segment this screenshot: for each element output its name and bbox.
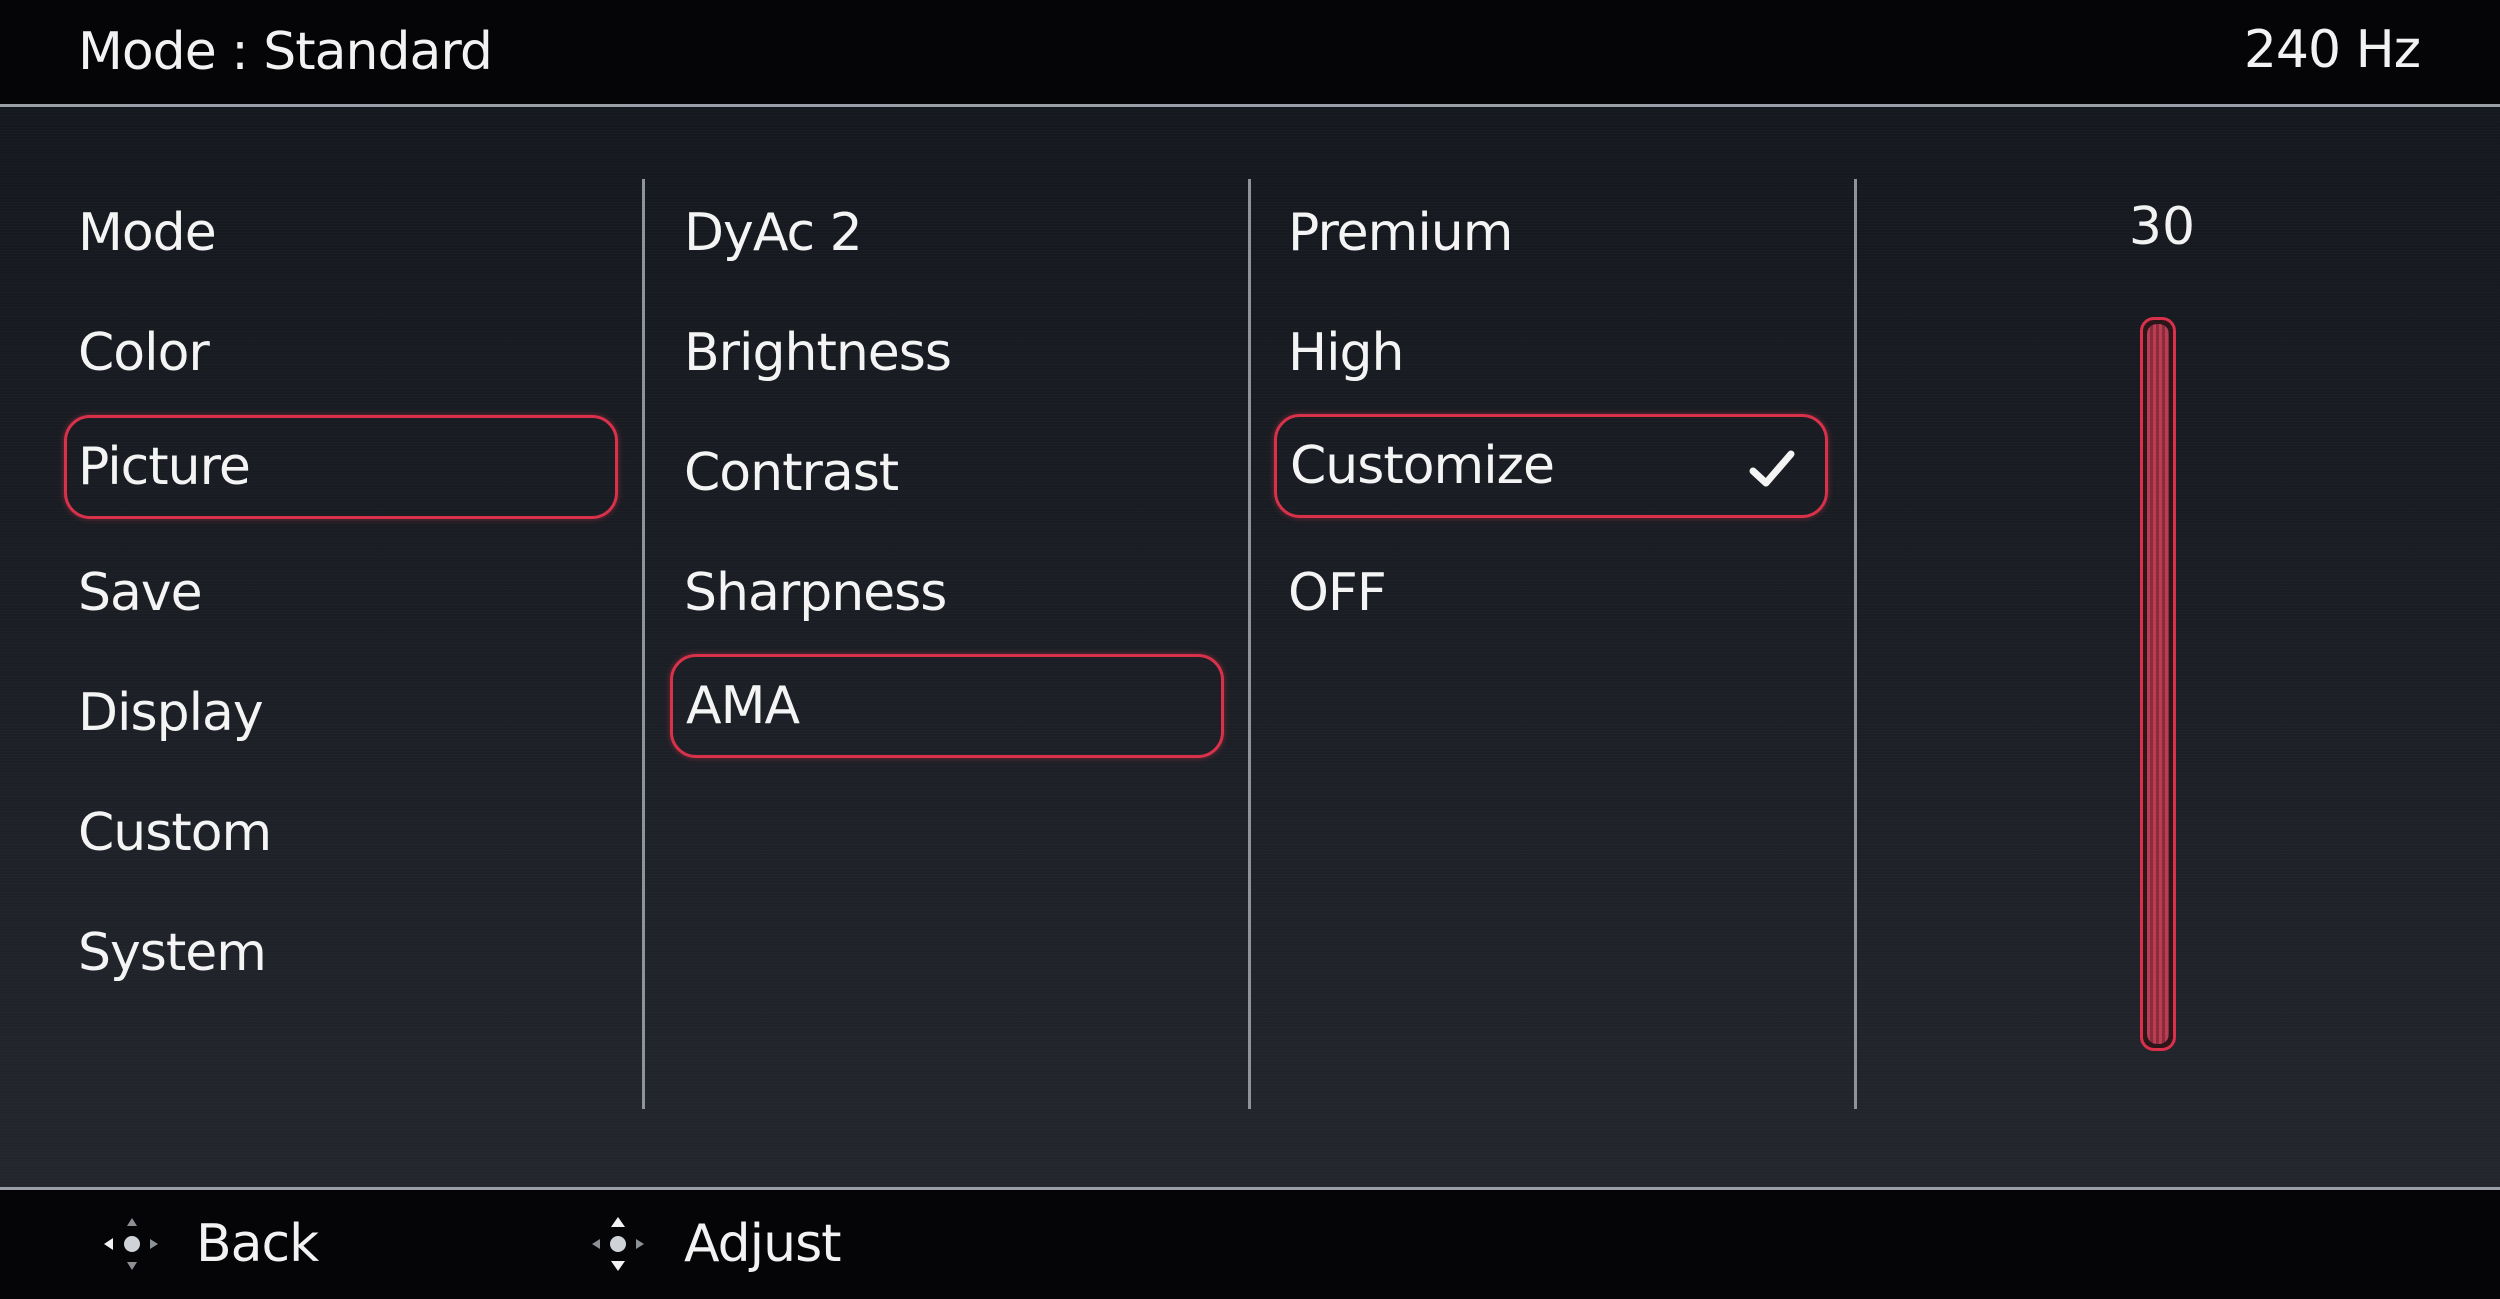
column-divider-1 [642, 179, 645, 1109]
option-high[interactable]: High [1274, 301, 1828, 405]
osd-main-panel: Mode Color Picture Save Display Custom S… [0, 107, 2500, 1187]
submenu-item-brightness[interactable]: Brightness [670, 301, 1224, 405]
refresh-rate: 240 Hz [2243, 20, 2421, 80]
joystick-left-icon [100, 1214, 160, 1274]
submenu-item-label: AMA [686, 676, 800, 736]
mode-title: Mode : Standard [78, 22, 493, 82]
option-label: Customize [1290, 436, 1555, 496]
submenu-item-sharpness[interactable]: Sharpness [670, 541, 1224, 645]
submenu-item-dyac[interactable]: DyAc 2 [670, 181, 1224, 285]
option-off[interactable]: OFF [1274, 541, 1828, 645]
osd-header: Mode : Standard 240 Hz [0, 0, 2500, 104]
option-label: High [1288, 323, 1405, 383]
submenu-item-label: Sharpness [684, 563, 947, 623]
submenu-item-contrast[interactable]: Contrast [670, 421, 1224, 525]
menu-item-custom[interactable]: Custom [64, 781, 618, 885]
ama-level-slider[interactable] [2140, 317, 2176, 1051]
ama-value: 30 [2128, 197, 2196, 257]
checkmark-icon [1747, 417, 1797, 515]
menu-item-label: Display [78, 683, 264, 743]
submenu-item-label: Brightness [684, 323, 952, 383]
back-label: Back [196, 1214, 319, 1274]
option-label: OFF [1288, 563, 1387, 623]
adjust-label: Adjust [684, 1214, 842, 1274]
submenu-item-label: DyAc 2 [684, 203, 863, 263]
column-divider-3 [1854, 179, 1857, 1109]
menu-item-label: Custom [78, 803, 272, 863]
menu-item-picture[interactable]: Picture [64, 415, 618, 519]
slider-fill [2147, 324, 2169, 1044]
menu-item-label: Color [78, 323, 210, 383]
adjust-hint[interactable]: Adjust [588, 1208, 842, 1280]
menu-item-mode[interactable]: Mode [64, 181, 618, 285]
menu-item-label: Mode [78, 203, 217, 263]
submenu-item-ama[interactable]: AMA [670, 654, 1224, 758]
option-premium[interactable]: Premium [1274, 181, 1828, 285]
submenu-item-label: Contrast [684, 443, 899, 503]
osd-screen: Mode : Standard 240 Hz Mode Color Pictur… [0, 0, 2500, 1299]
osd-footer: Back Adjust [0, 1190, 2500, 1299]
menu-item-label: Picture [78, 437, 251, 497]
menu-item-label: System [78, 923, 267, 983]
joystick-updown-icon [588, 1214, 648, 1274]
menu-item-color[interactable]: Color [64, 301, 618, 405]
option-customize[interactable]: Customize [1274, 414, 1828, 518]
menu-item-label: Save [78, 563, 203, 623]
back-hint[interactable]: Back [100, 1208, 319, 1280]
menu-item-save[interactable]: Save [64, 541, 618, 645]
column-divider-2 [1248, 179, 1251, 1109]
option-label: Premium [1288, 203, 1513, 263]
menu-item-system[interactable]: System [64, 901, 618, 1005]
menu-item-display[interactable]: Display [64, 661, 618, 765]
